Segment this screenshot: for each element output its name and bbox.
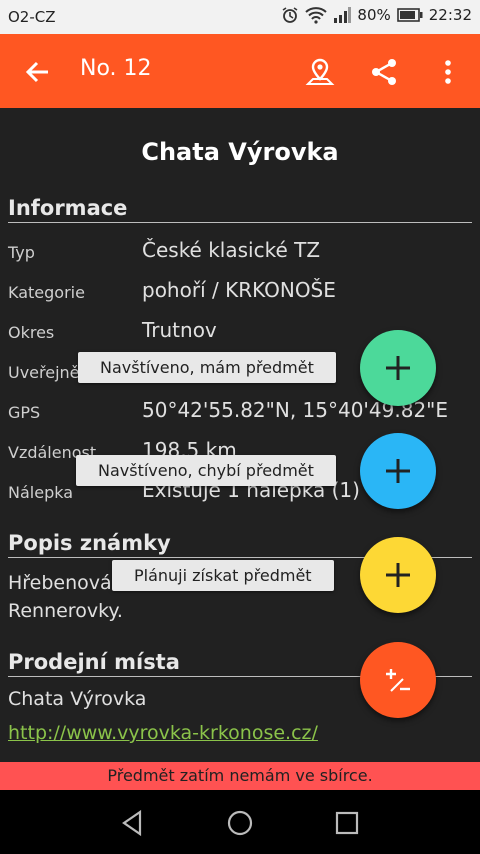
app-toolbar: No. 12	[0, 34, 480, 108]
fab-planned[interactable]	[360, 537, 436, 613]
info-label-district: Okres	[8, 323, 55, 342]
info-label-type: Typ	[8, 243, 35, 262]
info-value-type: České klasické TZ	[142, 238, 321, 262]
fab-label-visited-have[interactable]: Navštíveno, mám předmět	[78, 352, 336, 383]
toolbar-title: No. 12	[80, 56, 152, 81]
signal-icon	[334, 7, 352, 23]
info-value-district: Trutnov	[142, 318, 217, 342]
status-right: 80% 22:32	[281, 6, 472, 24]
fab-label-planned[interactable]: Plánuji získat předmět	[112, 560, 334, 591]
nav-home-icon[interactable]	[225, 808, 255, 838]
clock: 22:32	[428, 6, 472, 24]
nav-recents-icon[interactable]	[332, 808, 362, 838]
plus-minus-icon	[386, 669, 410, 692]
plus-icon	[386, 459, 410, 483]
fab-visited-missing[interactable]	[360, 433, 436, 509]
sales-place: Chata Výrovka	[8, 688, 147, 710]
arrow-back-icon[interactable]	[22, 56, 54, 88]
info-label-category: Kategorie	[8, 283, 85, 302]
info-label-gps: GPS	[8, 403, 41, 422]
fab-label-visited-missing[interactable]: Navštíveno, chybí předmět	[76, 455, 336, 486]
section-heading-info: Informace	[8, 196, 472, 223]
battery-icon	[396, 8, 423, 22]
status-bar: O2-CZ 80% 22:32	[0, 0, 480, 34]
plus-icon	[386, 563, 410, 587]
info-label-sticker: Nálepka	[8, 483, 74, 502]
share-icon[interactable]	[368, 56, 400, 88]
page-title: Chata Výrovka	[141, 138, 339, 166]
info-value-category: pohoří / KRKONOŠE	[142, 278, 336, 302]
fab-visited-have[interactable]	[360, 330, 436, 406]
wifi-icon	[305, 7, 328, 24]
plus-icon	[386, 356, 410, 380]
nav-back-icon[interactable]	[118, 808, 148, 838]
more-vert-icon[interactable]	[432, 56, 464, 88]
map-marker-icon[interactable]	[304, 56, 336, 88]
carrier-name: O2-CZ	[8, 8, 56, 26]
system-nav-bar	[0, 790, 480, 854]
alarm-icon	[282, 7, 298, 23]
sales-link[interactable]: http://www.vyrovka-krkonose.cz/	[8, 722, 318, 744]
battery-percent: 80%	[357, 6, 391, 24]
fab-main-toggle[interactable]	[360, 642, 436, 718]
status-snackbar: Předmět zatím nemám ve sbírce.	[0, 762, 480, 790]
description-text-line2: Rennerovky.	[8, 600, 123, 622]
